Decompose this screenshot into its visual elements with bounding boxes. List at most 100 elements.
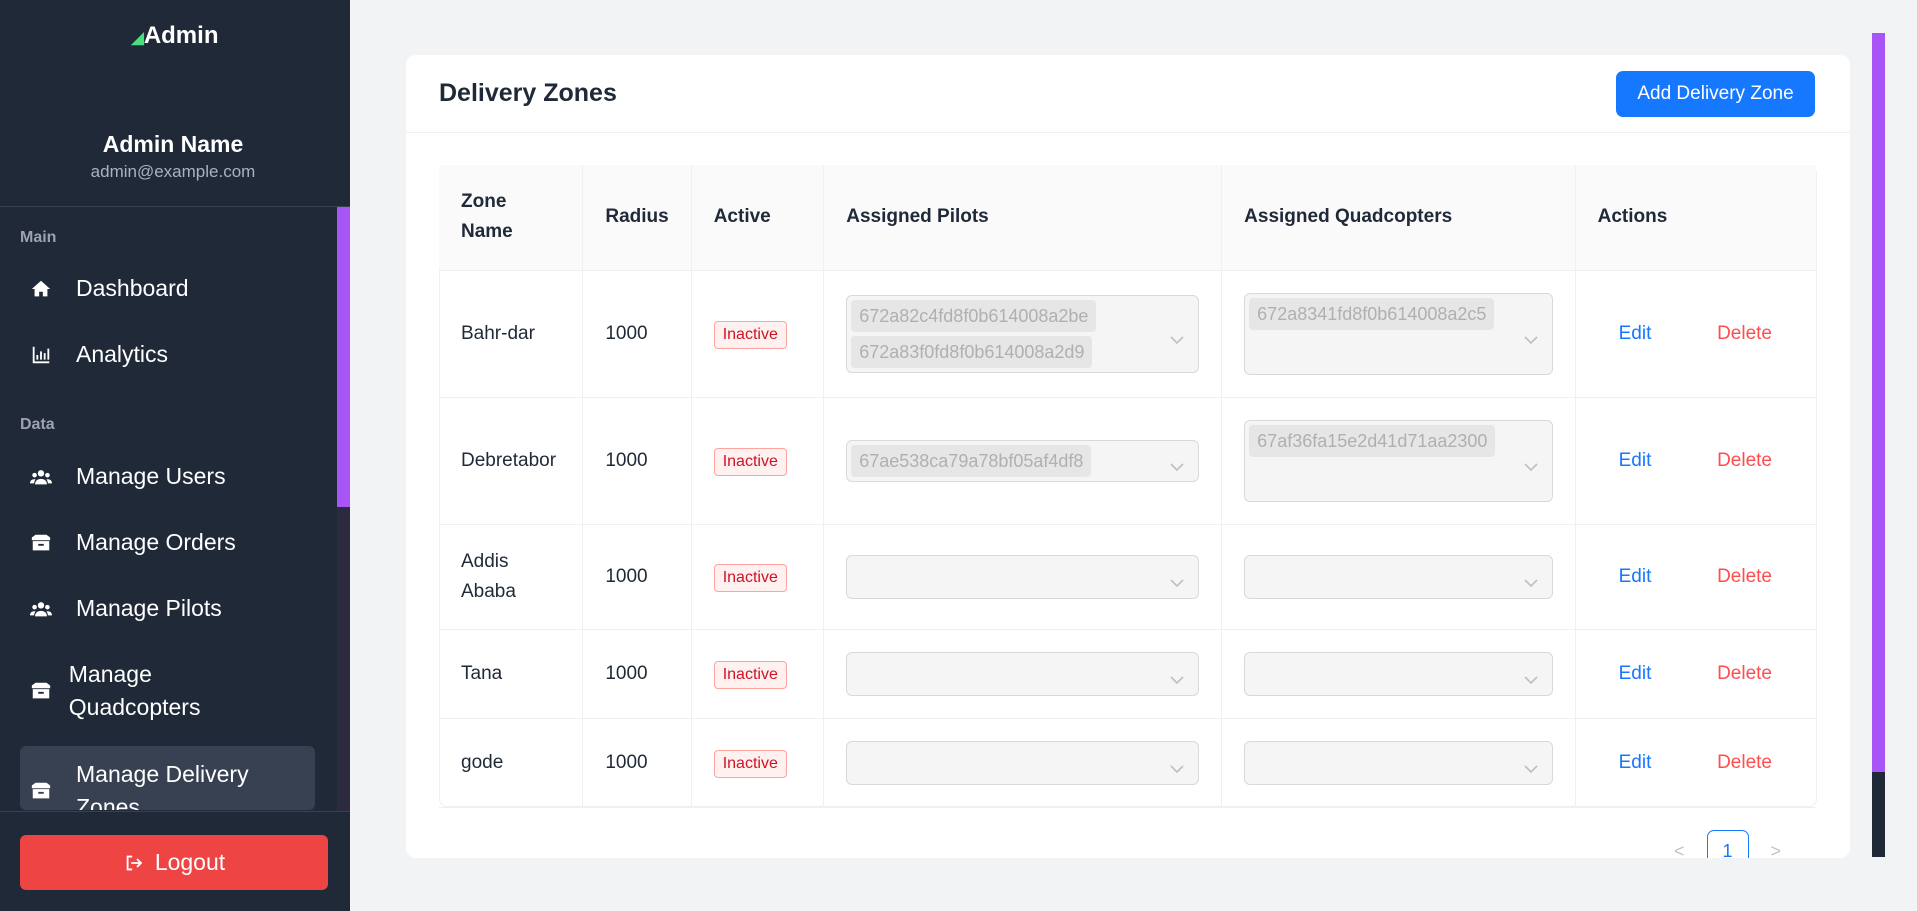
edit-link[interactable]: Edit xyxy=(1619,446,1652,476)
quadcopters-select[interactable] xyxy=(1244,740,1553,785)
logout-button[interactable]: Logout xyxy=(20,835,328,890)
chevron-down-icon xyxy=(1524,454,1538,471)
sidebar-item-analytics[interactable]: Analytics xyxy=(20,338,315,371)
chevron-down-icon xyxy=(1524,756,1538,773)
status-badge: Inactive xyxy=(713,447,787,476)
sidebar-item-label: Analytics xyxy=(76,341,169,367)
box-icon xyxy=(20,530,62,556)
pilots-select[interactable] xyxy=(846,554,1200,599)
pilots-cell: 672a82c4fd8f0b614008a2be 672a83f0fd8f0b6… xyxy=(823,270,1223,398)
logout-icon xyxy=(126,855,143,870)
chart-icon xyxy=(20,342,62,368)
pilot-chip: 672a83f0fd8f0b614008a2d9 xyxy=(851,335,1093,368)
sidebar-item-manage-pilots[interactable]: Manage Pilots xyxy=(20,592,315,625)
sidebar-item-label: Manage Users xyxy=(76,463,226,489)
users-icon xyxy=(20,464,62,490)
table-row: Bahr-dar 1000 Inactive 672a82c4fd8f0b614… xyxy=(439,270,1816,398)
delete-link[interactable]: Delete xyxy=(1717,446,1772,476)
sidebar-item-manage-orders[interactable]: Manage Orders xyxy=(20,526,315,559)
table-header-row: Zone Name Radius Active Assigned Pilots … xyxy=(439,165,1816,271)
radius-cell: 1000 xyxy=(582,270,692,398)
edit-link[interactable]: Edit xyxy=(1619,319,1652,349)
sidebar-item-manage-delivery-zones[interactable]: Manage Delivery Zones xyxy=(20,746,315,810)
quadcopters-cell xyxy=(1221,524,1576,630)
main-scrollbar-thumb[interactable] xyxy=(1872,33,1885,772)
chevron-down-icon xyxy=(1170,327,1184,344)
chevron-down-icon xyxy=(1170,667,1184,684)
chevron-down-icon xyxy=(1170,454,1184,471)
logo-text: Admin xyxy=(143,22,219,49)
status-badge: Inactive xyxy=(713,320,787,349)
pilots-select[interactable]: 67ae538ca79a78bf05af4df8 xyxy=(846,439,1200,482)
quadcopter-chip: 672a8341fd8f0b614008a2c5 xyxy=(1249,297,1495,330)
delete-link[interactable]: Delete xyxy=(1717,319,1772,349)
quadcopters-select[interactable] xyxy=(1244,651,1553,696)
actions-cell: Edit Delete xyxy=(1575,270,1816,398)
box-icon xyxy=(20,678,55,704)
pilots-cell xyxy=(823,718,1223,808)
col-header-zone-name: Zone Name xyxy=(439,165,584,271)
sidebar-item-label: Dashboard xyxy=(76,275,189,301)
sidebar-item-manage-quadcopters[interactable]: Manage Quadcopters xyxy=(20,658,240,724)
sidebar-item-dashboard[interactable]: Dashboard xyxy=(20,272,315,305)
active-cell: Inactive xyxy=(691,524,825,630)
delete-link[interactable]: Delete xyxy=(1717,562,1772,592)
quadcopters-select[interactable] xyxy=(1244,554,1553,599)
quadcopters-cell xyxy=(1221,718,1576,808)
pilots-cell xyxy=(823,524,1223,630)
edit-link[interactable]: Edit xyxy=(1619,562,1652,592)
users-icon xyxy=(20,596,62,622)
chevron-down-icon xyxy=(1524,667,1538,684)
table-row: Debretabor 1000 Inactive 67ae538ca79a78b… xyxy=(439,397,1816,525)
admin-email: admin@example.com xyxy=(90,162,256,181)
quadcopters-select[interactable]: 672a8341fd8f0b614008a2c5 xyxy=(1244,292,1553,375)
col-header-radius: Radius xyxy=(582,165,692,271)
quadcopters-select[interactable]: 67af36fa15e2d41d71aa2300 xyxy=(1244,419,1553,502)
quadcopters-cell xyxy=(1221,629,1576,719)
sidebar-item-label: Manage Pilots xyxy=(76,595,222,621)
col-header-active: Active xyxy=(691,165,825,271)
zone-name-cell: Bahr-dar xyxy=(439,270,584,398)
chevron-down-icon xyxy=(1170,570,1184,587)
logo-mark-icon: ◢ xyxy=(131,30,144,47)
col-header-assigned-quadcopters: Assigned Quadcopters xyxy=(1221,165,1576,271)
pagination-page-1[interactable]: 1 xyxy=(1706,830,1749,858)
active-cell: Inactive xyxy=(691,270,825,398)
radius-cell: 1000 xyxy=(582,718,692,808)
add-delivery-zone-button[interactable]: Add Delivery Zone xyxy=(1616,71,1815,117)
col-header-assigned-pilots: Assigned Pilots xyxy=(823,165,1223,271)
pilots-select[interactable]: 672a82c4fd8f0b614008a2be 672a83f0fd8f0b6… xyxy=(846,294,1200,373)
chevron-down-icon xyxy=(1524,327,1538,344)
pagination-prev[interactable]: < xyxy=(1674,841,1685,859)
active-cell: Inactive xyxy=(691,718,825,808)
pagination: < 1 > xyxy=(1674,830,1781,858)
edit-link[interactable]: Edit xyxy=(1619,748,1652,778)
radius-cell: 1000 xyxy=(582,397,692,525)
home-icon xyxy=(20,276,62,302)
pilot-chip: 67ae538ca79a78bf05af4df8 xyxy=(851,444,1092,477)
sidebar: ◢Admin Admin Name admin@example.com Main… xyxy=(0,0,350,911)
col-header-actions: Actions xyxy=(1575,165,1816,271)
quadcopters-cell: 672a8341fd8f0b614008a2c5 xyxy=(1221,270,1576,398)
edit-link[interactable]: Edit xyxy=(1619,659,1652,689)
sidebar-item-manage-users[interactable]: Manage Users xyxy=(20,460,315,493)
delete-link[interactable]: Delete xyxy=(1717,748,1772,778)
quadcopters-cell: 67af36fa15e2d41d71aa2300 xyxy=(1221,397,1576,525)
zone-name-cell: Addis Ababa xyxy=(439,524,584,630)
sidebar-scrollbar-thumb[interactable] xyxy=(337,207,350,507)
radius-cell: 1000 xyxy=(582,629,692,719)
table-row: Addis Ababa 1000 Inactive Edit Delete xyxy=(439,524,1816,630)
radius-cell: 1000 xyxy=(582,524,692,630)
pilots-select[interactable] xyxy=(846,740,1200,785)
status-badge: Inactive xyxy=(713,660,787,689)
delivery-zones-card: Delivery Zones Add Delivery Zone Zone Na… xyxy=(406,55,1850,858)
pilots-cell: 67ae538ca79a78bf05af4df8 xyxy=(823,397,1223,525)
chevron-down-icon xyxy=(1170,756,1184,773)
chevron-down-icon xyxy=(1524,570,1538,587)
box-icon xyxy=(20,778,62,804)
pilots-select[interactable] xyxy=(846,651,1200,696)
pilots-cell xyxy=(823,629,1223,719)
delete-link[interactable]: Delete xyxy=(1717,659,1772,689)
pagination-next[interactable]: > xyxy=(1771,841,1782,859)
card-divider xyxy=(406,132,1850,133)
